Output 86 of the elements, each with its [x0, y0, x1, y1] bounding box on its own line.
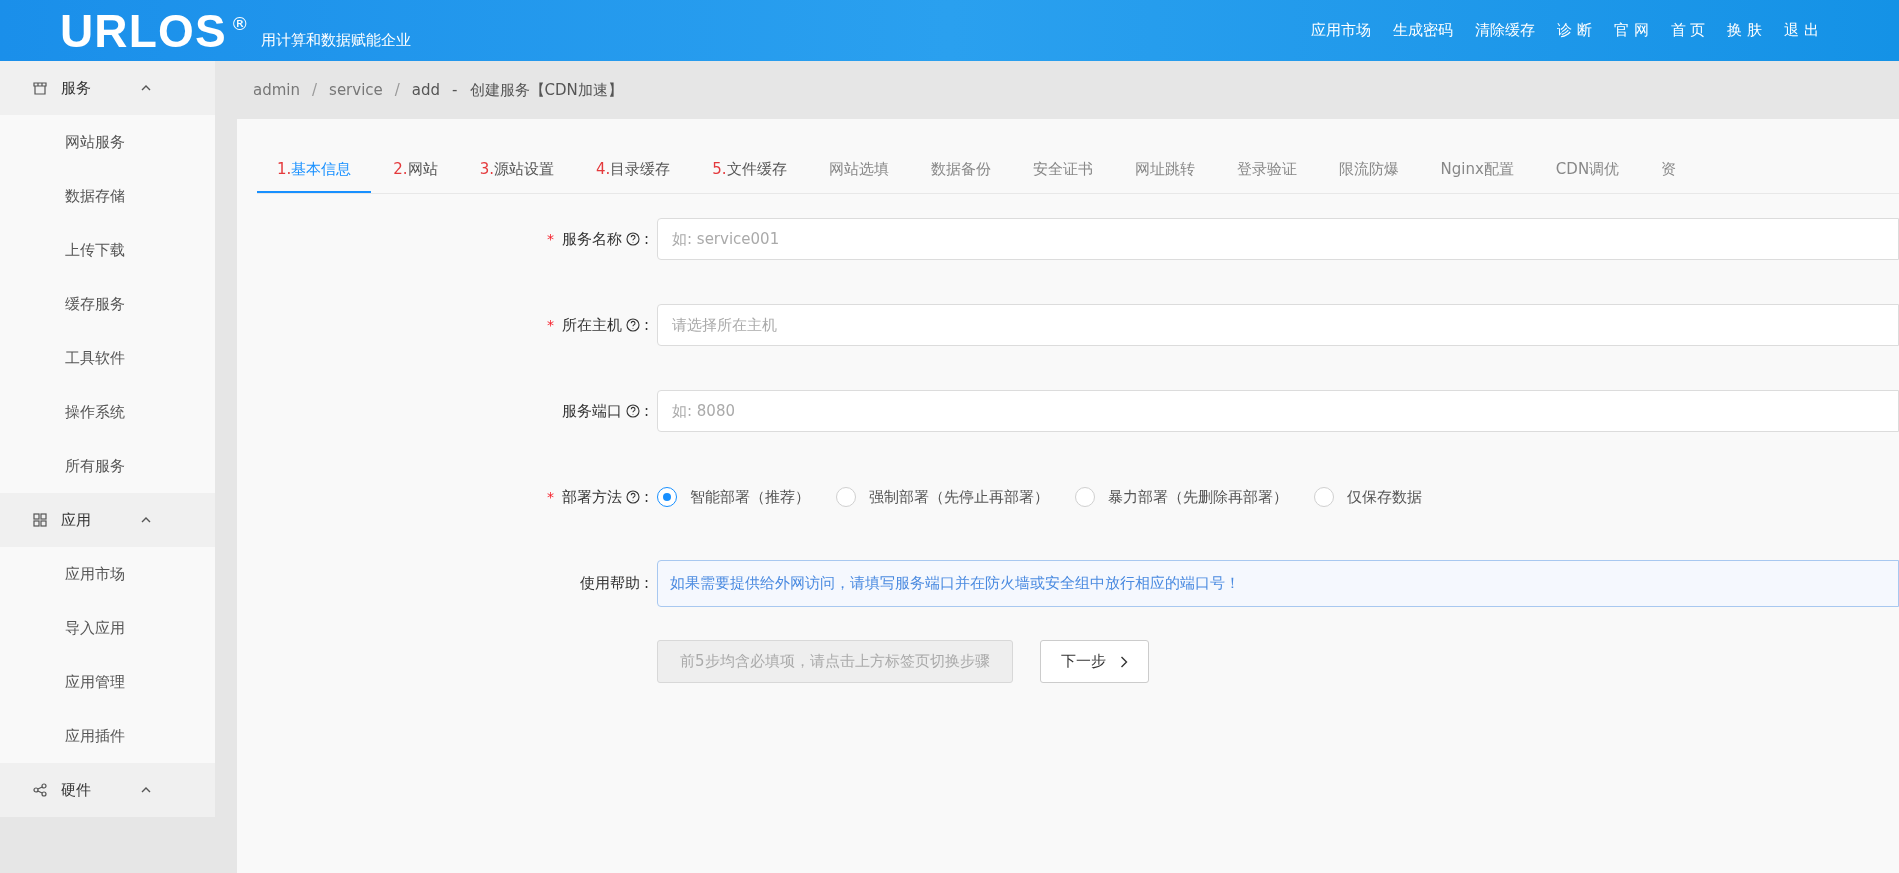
sidebar-group[interactable]: 硬件	[0, 763, 215, 817]
breadcrumb-link[interactable]: admin	[253, 78, 300, 102]
radio-button[interactable]	[1075, 487, 1095, 507]
group-title: 应用	[61, 509, 91, 531]
sidebar-item[interactable]: 缓存服务	[0, 277, 215, 331]
field-label: 服务端口	[561, 400, 622, 422]
label-colon: :	[643, 314, 649, 336]
breadcrumb-current: add	[411, 79, 441, 101]
slogan: 用计算和数据赋能企业	[260, 30, 411, 52]
sidebar-item[interactable]: 导入应用	[0, 601, 215, 655]
field-label: 部署方法	[561, 486, 622, 508]
required-mark: *	[546, 315, 554, 335]
sidebar-item[interactable]: 操作系统	[0, 385, 215, 439]
chevron-up-icon	[141, 517, 151, 523]
sidebar-item[interactable]: 应用管理	[0, 655, 215, 709]
logo: URLOS	[60, 7, 227, 54]
step-tab[interactable]: 网站选填	[808, 147, 909, 193]
radio-label: 智能部署（推荐）	[690, 486, 810, 508]
share-icon	[33, 783, 47, 797]
breadcrumb-dash: -	[452, 79, 458, 101]
text-field[interactable]: 如: service001	[657, 218, 1899, 260]
next-button[interactable]: 下一步	[1039, 640, 1149, 683]
field-label: 所在主机	[561, 314, 622, 336]
step-tab[interactable]: 安全证书	[1012, 147, 1113, 193]
radio-label: 仅保存数据	[1347, 486, 1422, 508]
required-mark: *	[546, 487, 554, 507]
sidebar-item[interactable]: 所有服务	[0, 439, 215, 493]
step-tab[interactable]: 5.文件缓存	[692, 147, 807, 193]
breadcrumb-link[interactable]: service	[329, 78, 383, 102]
radio-button[interactable]	[1314, 487, 1334, 507]
step-tab[interactable]: Nginx配置	[1420, 147, 1534, 193]
breadcrumb-separator: /	[394, 79, 400, 101]
group-title: 服务	[61, 77, 91, 99]
sidebar-item[interactable]: 应用市场	[0, 547, 215, 601]
nav-link[interactable]: 换 肤	[1727, 19, 1763, 42]
radio-label: 强制部署（先停止再部署）	[869, 486, 1049, 508]
nav-link[interactable]: 退 出	[1784, 19, 1819, 42]
label-colon: :	[643, 228, 649, 250]
nav-link[interactable]: 应用市场	[1311, 19, 1372, 42]
field-label: 使用帮助	[579, 572, 640, 594]
step-tab[interactable]: 数据备份	[910, 147, 1011, 193]
label-colon: :	[643, 400, 649, 422]
chevron-right-icon	[1119, 655, 1128, 668]
grid-icon	[33, 513, 47, 527]
required-mark: *	[546, 229, 554, 249]
radio-button[interactable]	[657, 487, 677, 507]
nav-link[interactable]: 官 网	[1613, 19, 1649, 42]
step-tab[interactable]: 2.网站	[373, 147, 458, 193]
group-title: 硬件	[61, 779, 91, 801]
help-note: 如果需要提供给外网访问，请填写服务端口并在防火墙或安全组中放行相应的端口号！	[657, 559, 1899, 607]
step-tab[interactable]: 3.源站设置	[459, 147, 574, 193]
sidebar-group[interactable]: 应用	[0, 493, 215, 547]
sidebar-group[interactable]: 服务	[0, 61, 215, 115]
sidebar-item[interactable]: 上传下载	[0, 223, 215, 277]
chevron-up-icon	[141, 787, 151, 793]
page-title: 创建服务【CDN加速】	[469, 79, 623, 101]
sidebar-item[interactable]: 应用插件	[0, 709, 215, 763]
sidebar-item[interactable]: 网站服务	[0, 115, 215, 169]
help-icon	[625, 232, 640, 246]
sidebar-item[interactable]: 工具软件	[0, 331, 215, 385]
radio-button[interactable]	[836, 487, 856, 507]
help-icon	[625, 490, 640, 504]
breadcrumb-separator: /	[312, 79, 318, 101]
radio-label: 暴力部署（先删除再部署）	[1108, 486, 1288, 508]
registered-mark: ®	[230, 12, 249, 36]
step-tab[interactable]: 登录验证	[1216, 147, 1317, 193]
text-field[interactable]: 请选择所在主机	[657, 304, 1899, 346]
label-colon: :	[643, 572, 649, 594]
step-tab[interactable]: 4.目录缓存	[575, 147, 691, 193]
chevron-up-icon	[141, 85, 151, 91]
step-tab[interactable]: 网址跳转	[1114, 147, 1215, 193]
step-tab[interactable]: 限流防爆	[1318, 147, 1419, 193]
label-colon: :	[643, 486, 649, 508]
help-icon	[625, 318, 640, 332]
text-field[interactable]: 如: 8080	[657, 390, 1899, 432]
help-icon	[625, 404, 640, 418]
nav-link[interactable]: 首 页	[1670, 19, 1706, 42]
step-tab[interactable]: 资	[1641, 147, 1697, 193]
step-tab[interactable]: CDN调优	[1535, 147, 1640, 193]
nav-link[interactable]: 诊 断	[1557, 19, 1592, 42]
nav-link[interactable]: 生成密码	[1393, 19, 1454, 42]
storefront-icon	[33, 81, 47, 95]
nav-link[interactable]: 清除缓存	[1475, 19, 1536, 42]
field-label: 服务名称	[561, 228, 622, 250]
sidebar-item[interactable]: 数据存储	[0, 169, 215, 223]
step-tab[interactable]: 1.基本信息	[257, 147, 372, 193]
